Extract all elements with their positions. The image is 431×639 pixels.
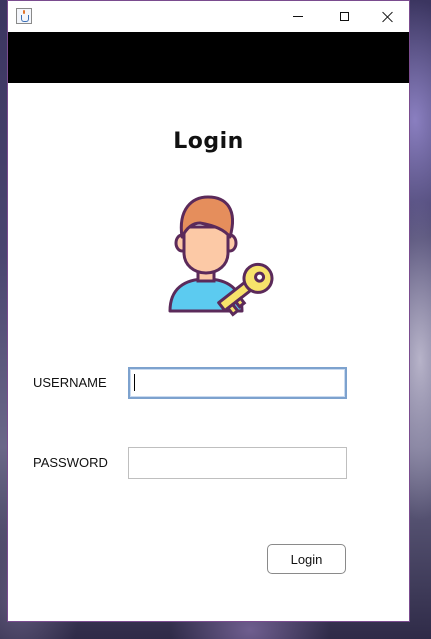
username-label: USERNAME (33, 375, 107, 390)
username-input[interactable] (128, 367, 347, 399)
text-caret (134, 374, 135, 391)
maximize-button[interactable] (321, 1, 367, 32)
java-cup-icon[interactable] (16, 8, 32, 24)
password-label: PASSWORD (33, 455, 108, 470)
maximize-icon (339, 12, 349, 21)
login-window: Login USERNAME PASSWORD Login (7, 0, 410, 622)
login-button[interactable]: Login (267, 544, 346, 574)
page-title: Login (173, 129, 244, 154)
user-with-key-icon (168, 195, 274, 317)
password-input[interactable] (128, 447, 347, 479)
minimize-icon (293, 16, 303, 17)
header-bar (8, 32, 409, 83)
title-bar[interactable] (8, 1, 409, 32)
close-icon (382, 11, 394, 23)
minimize-button[interactable] (275, 1, 321, 32)
close-button[interactable] (365, 1, 411, 32)
